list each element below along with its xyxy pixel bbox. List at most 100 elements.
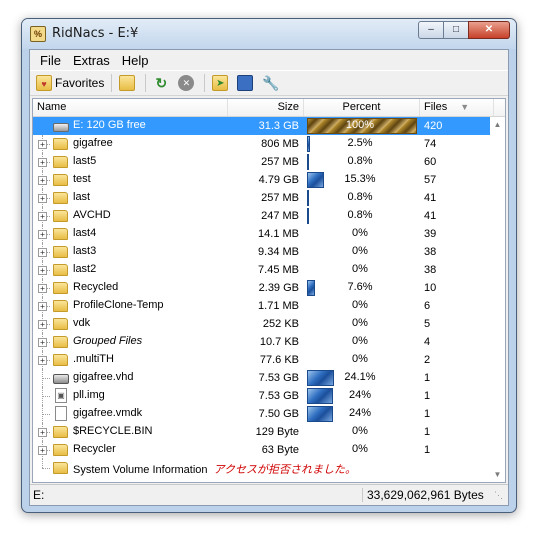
table-row[interactable]: ▣ pll.img 7.53 GB 24% 1 — [33, 387, 505, 405]
column-percent[interactable]: Percent — [304, 99, 420, 116]
expand-icon[interactable]: + — [38, 212, 47, 221]
column-files[interactable]: Files ▼ — [420, 99, 494, 116]
folder-shape — [53, 336, 68, 348]
name-cell: gigafree.vhd — [33, 369, 228, 387]
expand-icon[interactable]: + — [38, 428, 47, 437]
stop-icon: ✕ — [178, 75, 195, 91]
expand-icon[interactable]: + — [38, 446, 47, 455]
expand-icon[interactable]: + — [38, 194, 47, 203]
toolbar: ♥ Favorites ↻ ✕ ➤ 🔧 — [30, 70, 508, 96]
window-title: RidNacs - E:¥ — [52, 26, 139, 41]
app-icon: % — [30, 26, 46, 42]
minimize-button[interactable]: – — [418, 21, 444, 39]
menu-file[interactable]: File — [34, 53, 67, 68]
row-name: .multiTH — [73, 353, 114, 365]
table-row[interactable]: + last5 257 MB 0.8% 60 — [33, 153, 505, 171]
file-list[interactable]: Name Size Percent Files ▼ E: 120 GB free… — [32, 98, 506, 483]
maximize-button[interactable]: □ — [443, 21, 469, 39]
column-size[interactable]: Size — [228, 99, 304, 116]
scroll-up-icon[interactable]: ▲ — [490, 117, 505, 132]
name-cell: + last4 — [33, 225, 228, 243]
percent-cell: 0% — [304, 441, 420, 459]
scroll-down-icon[interactable]: ▼ — [490, 467, 505, 482]
expand-icon[interactable]: + — [38, 302, 47, 311]
folder-icon — [53, 172, 69, 188]
resize-grip-icon[interactable]: ⋱ — [494, 489, 506, 501]
expand-icon[interactable]: + — [38, 284, 47, 293]
expand-icon[interactable]: + — [38, 320, 47, 329]
vertical-scrollbar[interactable]: ▲ ▼ — [490, 117, 505, 482]
percent-text: 15.3% — [344, 173, 376, 185]
folder-shape — [53, 426, 68, 438]
files-cell: 1 — [424, 444, 431, 456]
table-row[interactable]: + ProfileClone-Temp 1.71 MB 0% 6 — [33, 297, 505, 315]
folder-icon — [53, 226, 69, 242]
row-name: gigafree.vmdk — [73, 407, 143, 419]
favorites-button[interactable]: ♥ Favorites — [33, 72, 107, 94]
files-cell: 6 — [424, 300, 431, 312]
name-cell: + last — [33, 189, 228, 207]
expand-icon[interactable]: + — [38, 356, 47, 365]
expand-icon[interactable]: + — [38, 176, 47, 185]
size-cell: 257 MB — [261, 156, 299, 168]
expand-icon[interactable]: + — [38, 248, 47, 257]
files-cell: 4 — [424, 336, 431, 348]
percent-cell: 7.6% — [304, 279, 420, 297]
expand-icon[interactable]: + — [38, 158, 47, 167]
percent-text: 24% — [348, 407, 372, 419]
table-row[interactable]: gigafree.vmdk 7.50 GB 24% 1 — [33, 405, 505, 423]
table-row[interactable]: System Volume Information アクセスが拒否されました。 — [33, 459, 505, 477]
table-row[interactable]: E: 120 GB free 31.3 GB 100% 420 — [33, 117, 505, 135]
table-row[interactable]: + $RECYCLE.BIN 129 Byte 0% 1 — [33, 423, 505, 441]
files-cell: 1 — [424, 372, 431, 384]
percent-text: 0% — [352, 443, 368, 455]
folder-icon — [53, 208, 69, 224]
name-cell: + last2 — [33, 261, 228, 279]
expand-icon[interactable]: + — [38, 140, 47, 149]
close-button[interactable]: ✕ — [468, 21, 510, 39]
refresh-button[interactable]: ↻ — [150, 72, 175, 94]
percent-cell: 100% — [304, 117, 420, 135]
export-button[interactable]: ➤ — [209, 72, 234, 94]
table-row[interactable]: + gigafree 806 MB 2.5% 74 — [33, 135, 505, 153]
expand-icon[interactable]: + — [38, 230, 47, 239]
table-row[interactable]: + last4 14.1 MB 0% 39 — [33, 225, 505, 243]
table-row[interactable]: + Recycler 63 Byte 0% 1 — [33, 441, 505, 459]
table-row[interactable]: + Grouped Files 10.7 KB 0% 4 — [33, 333, 505, 351]
app-window: % RidNacs - E:¥ – □ ✕ File Extras Help ♥… — [21, 18, 517, 513]
table-row[interactable]: + Recycled 2.39 GB 7.6% 10 — [33, 279, 505, 297]
table-row[interactable]: gigafree.vhd 7.53 GB 24.1% 1 — [33, 369, 505, 387]
size-cell: 2.39 GB — [258, 282, 299, 294]
table-row[interactable]: + test 4.79 GB 15.3% 57 — [33, 171, 505, 189]
files-cell: 1 — [424, 408, 431, 420]
size-cell: 7.50 GB — [258, 408, 299, 420]
expand-icon[interactable]: + — [38, 266, 47, 275]
size-cell: 247 MB — [261, 210, 299, 222]
title-bar[interactable]: % RidNacs - E:¥ – □ ✕ — [22, 19, 516, 49]
expand-icon[interactable]: + — [38, 338, 47, 347]
sort-down-icon: ▼ — [460, 102, 470, 112]
percent-cell: 24% — [304, 405, 420, 423]
column-name[interactable]: Name — [33, 99, 228, 116]
table-row[interactable]: + vdk 252 KB 0% 5 — [33, 315, 505, 333]
table-row[interactable]: + last3 9.34 MB 0% 38 — [33, 243, 505, 261]
open-folder-button[interactable] — [116, 72, 141, 94]
files-cell: 420 — [424, 120, 443, 132]
save-icon — [237, 75, 254, 91]
row-name: test — [73, 173, 91, 185]
table-row[interactable]: + last 257 MB 0.8% 41 — [33, 189, 505, 207]
percent-text: 0% — [352, 425, 368, 437]
name-cell: + AVCHD — [33, 207, 228, 225]
table-row[interactable]: + last2 7.45 MB 0% 38 — [33, 261, 505, 279]
table-row[interactable]: + .multiTH 77.6 KB 0% 2 — [33, 351, 505, 369]
row-name: pll.img — [73, 389, 105, 401]
table-row[interactable]: + AVCHD 247 MB 0.8% 41 — [33, 207, 505, 225]
settings-button[interactable]: 🔧 — [259, 72, 284, 94]
name-cell: + vdk — [33, 315, 228, 333]
stop-button[interactable]: ✕ — [175, 72, 200, 94]
menu-extras[interactable]: Extras — [67, 53, 116, 68]
row-name: System Volume Information アクセスが拒否されました。 — [73, 463, 356, 476]
menu-help[interactable]: Help — [116, 53, 155, 68]
save-button[interactable] — [234, 72, 259, 94]
percent-cell: 0% — [304, 261, 420, 279]
